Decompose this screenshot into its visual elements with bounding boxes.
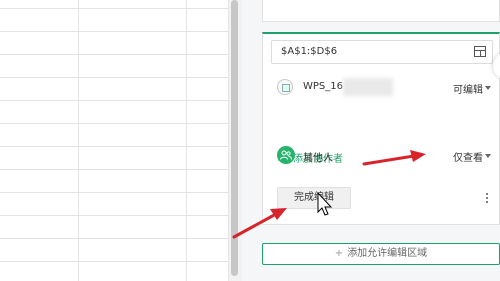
finish-edit-button[interactable]: 完成编辑 xyxy=(277,187,351,209)
range-value: $A$1:$D$6 xyxy=(281,46,338,57)
row-divider xyxy=(0,123,228,124)
spreadsheet-grid[interactable] xyxy=(0,0,228,281)
add-editable-area-button[interactable]: + 添加允许编辑区域 xyxy=(262,243,500,265)
row-divider xyxy=(0,31,228,32)
chevron-down-icon[interactable] xyxy=(485,154,491,158)
collaborator-row: WPS_16 可编辑 xyxy=(277,76,491,98)
range-input[interactable]: $A$1:$D$6 xyxy=(271,40,493,64)
row-divider xyxy=(0,100,228,101)
row-divider xyxy=(0,146,228,147)
row-divider xyxy=(0,8,228,9)
row-divider xyxy=(0,192,228,193)
row-divider xyxy=(0,215,228,216)
row-divider xyxy=(0,261,228,262)
user-permission-dropdown[interactable]: 可编辑 xyxy=(453,81,483,96)
more-icon[interactable] xyxy=(485,192,489,204)
scrollbar-thumb[interactable] xyxy=(231,0,238,276)
others-row: 其他人 仅查看 xyxy=(277,144,491,166)
user-avatar xyxy=(277,79,293,95)
redacted-name xyxy=(343,78,393,96)
row-divider xyxy=(0,238,228,239)
others-label: 其他人 xyxy=(303,153,333,164)
group-icon xyxy=(277,146,295,164)
chevron-down-icon[interactable] xyxy=(485,86,491,90)
row-divider xyxy=(0,77,228,78)
protect-area-panel: $A$1:$D$6 WPS_16 可编辑 添加协作者 其他人 仅查看 完成编辑 … xyxy=(242,0,500,281)
edit-area-card: $A$1:$D$6 WPS_16 可编辑 添加协作者 其他人 仅查看 完成编辑 xyxy=(262,32,500,225)
others-permission-dropdown[interactable]: 仅查看 xyxy=(453,149,483,164)
plus-icon: + xyxy=(334,248,344,259)
previous-area-card xyxy=(262,0,500,22)
add-area-label: 添加允许编辑区域 xyxy=(347,248,428,259)
user-name: WPS_16 xyxy=(303,81,343,92)
row-divider xyxy=(0,54,228,55)
select-range-icon[interactable] xyxy=(474,46,486,57)
row-divider xyxy=(0,169,228,170)
